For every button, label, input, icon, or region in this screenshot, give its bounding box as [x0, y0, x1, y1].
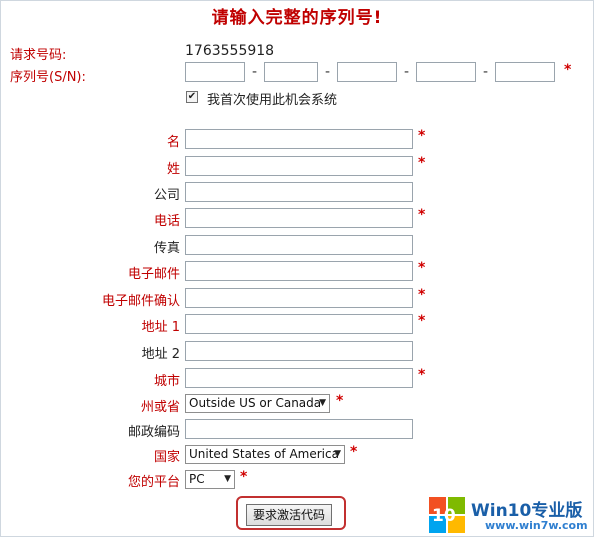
required-star: * — [418, 128, 426, 144]
first-name-label: 名 — [166, 135, 180, 150]
state-select[interactable]: Outside US or Canada ▼ — [185, 394, 330, 413]
phone-label: 电话 — [153, 214, 180, 229]
city-label: 城市 — [153, 374, 180, 389]
required-star: * — [350, 444, 358, 460]
first-name-field[interactable] — [185, 129, 413, 149]
platform-select-value: PC — [189, 472, 205, 486]
required-star: * — [418, 155, 426, 171]
address2-label: 地址 2 — [141, 347, 180, 362]
state-select-value: Outside US or Canada — [189, 396, 322, 410]
company-label: 公司 — [153, 188, 180, 203]
required-star: * — [336, 393, 344, 409]
dropdown-arrow-icon: ▼ — [224, 474, 231, 484]
request-activation-code-button[interactable]: 要求激活代码 — [246, 504, 332, 526]
fax-label: 传真 — [153, 241, 180, 256]
last-name-label: 姓 — [166, 162, 180, 177]
watermark: 10 Win10专业版 www.win7w.com — [429, 492, 594, 537]
address2-field[interactable] — [185, 341, 413, 361]
watermark-title: Win10专业版 — [471, 501, 583, 521]
required-star: * — [564, 62, 572, 78]
city-field[interactable] — [185, 368, 413, 388]
serial-part-4-input[interactable] — [416, 62, 476, 82]
dropdown-arrow-icon: ▼ — [334, 449, 341, 459]
required-star: * — [418, 367, 426, 383]
fax-field[interactable] — [185, 235, 413, 255]
dropdown-arrow-icon: ▼ — [319, 398, 326, 408]
required-star: * — [418, 313, 426, 329]
serial-part-5-input[interactable] — [495, 62, 555, 82]
serial-part-2-input[interactable] — [264, 62, 318, 82]
postal-code-label: 邮政编码 — [127, 425, 180, 440]
page-title: 请输入完整的序列号! — [211, 8, 383, 28]
country-select[interactable]: United States of America ▼ — [185, 445, 345, 464]
request-number-value: 1763555918 — [185, 43, 275, 59]
watermark-url: www.win7w.com — [485, 519, 588, 532]
last-name-field[interactable] — [185, 156, 413, 176]
country-select-value: United States of America — [189, 447, 339, 461]
country-label: 国家 — [153, 450, 180, 465]
required-star: * — [418, 207, 426, 223]
platform-label: 您的平台 — [127, 475, 180, 490]
platform-select[interactable]: PC ▼ — [185, 470, 235, 489]
serial-dash: - — [483, 64, 489, 80]
watermark-number: 10 — [432, 506, 456, 526]
first-use-label: 我首次使用此机会系统 — [207, 93, 338, 108]
windows-logo-icon: 10 — [429, 497, 465, 533]
company-field[interactable] — [185, 182, 413, 202]
serial-part-1-input[interactable] — [185, 62, 245, 82]
required-star: * — [418, 260, 426, 276]
postal-code-field[interactable] — [185, 419, 413, 439]
required-star: * — [240, 469, 248, 485]
email-confirm-label: 电子邮件确认 — [101, 294, 180, 309]
serial-dash: - — [252, 64, 258, 80]
state-label: 州或省 — [140, 400, 180, 415]
email-field[interactable] — [185, 261, 413, 281]
email-label: 电子邮件 — [127, 267, 180, 282]
address1-field[interactable] — [185, 314, 413, 334]
serial-part-3-input[interactable] — [337, 62, 397, 82]
request-number-label: 请求号码: — [10, 48, 67, 63]
address1-label: 地址 1 — [141, 320, 180, 335]
serial-dash: - — [404, 64, 410, 80]
required-star: * — [418, 287, 426, 303]
email-confirm-field[interactable] — [185, 288, 413, 308]
first-use-checkbox[interactable]: ✔ — [186, 91, 198, 103]
serial-dash: - — [325, 64, 331, 80]
serial-number-label: 序列号(S/N): — [10, 70, 86, 85]
phone-field[interactable] — [185, 208, 413, 228]
